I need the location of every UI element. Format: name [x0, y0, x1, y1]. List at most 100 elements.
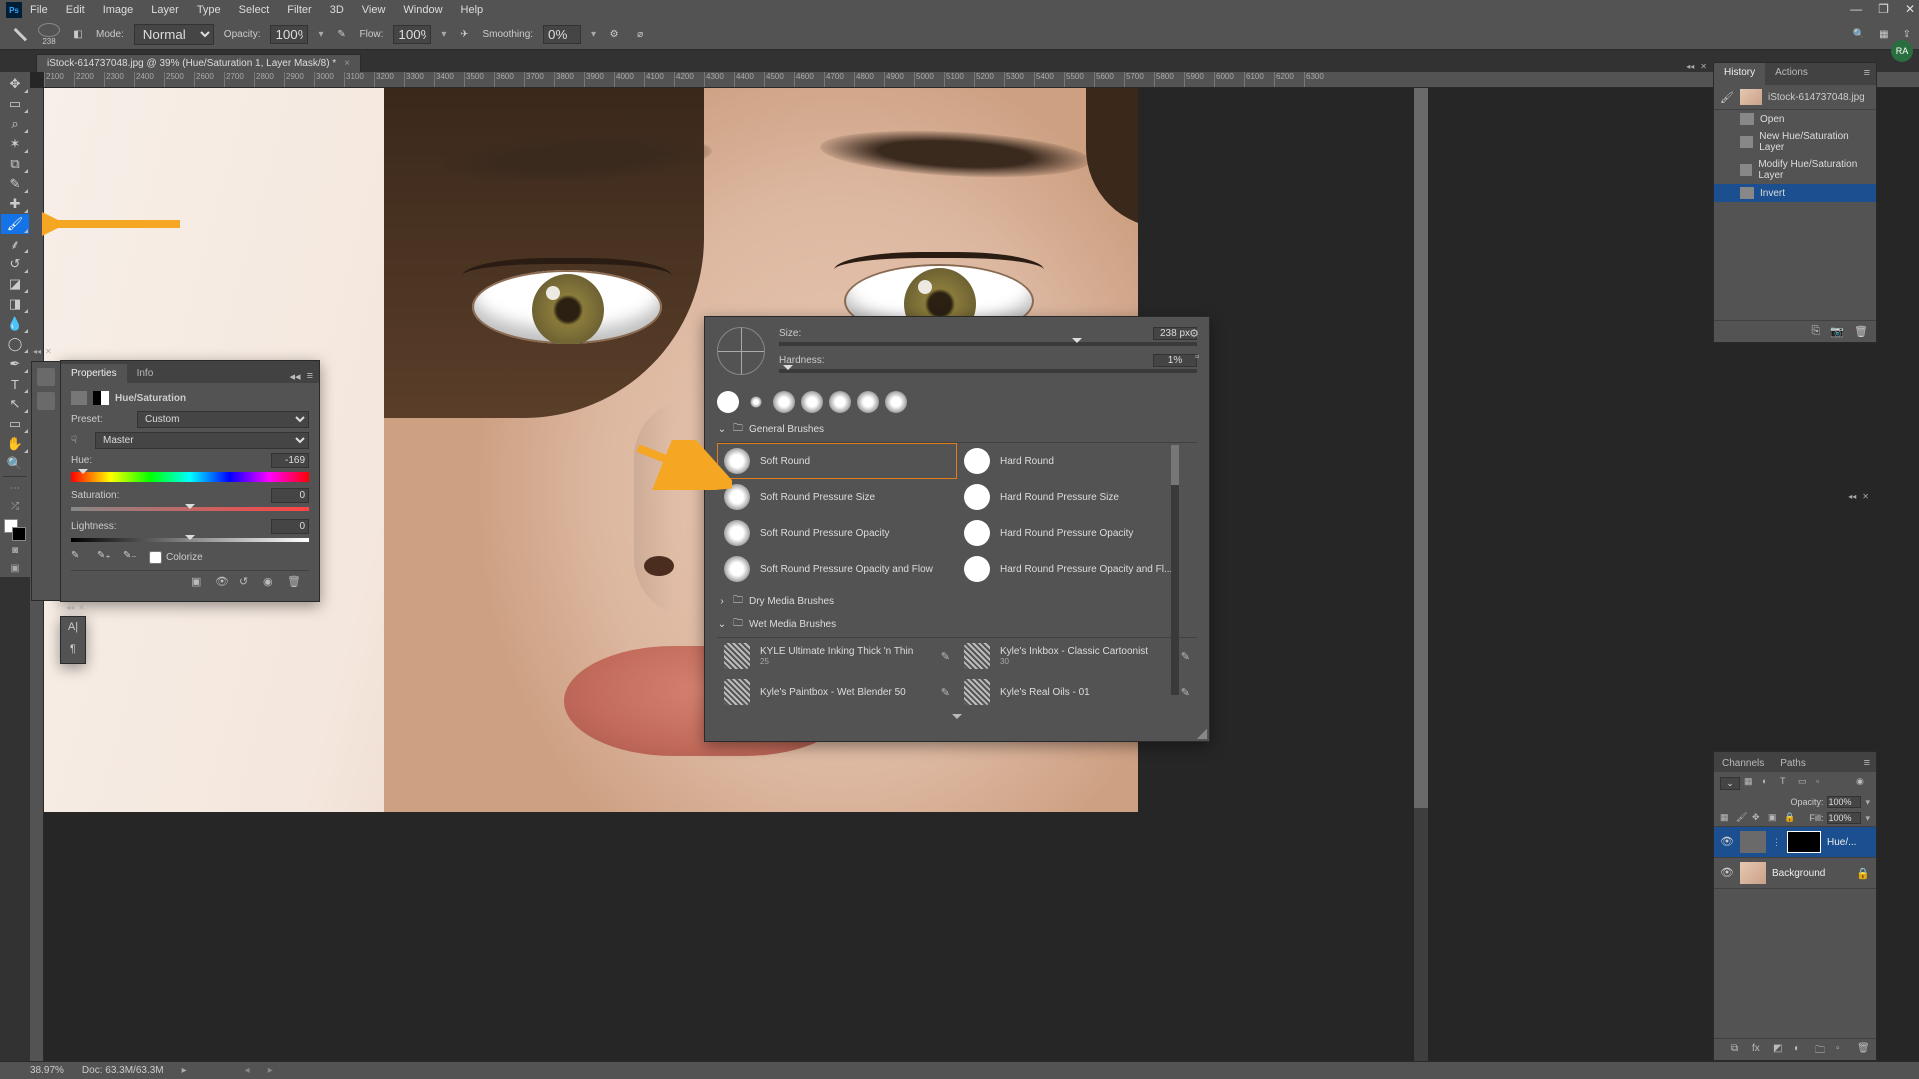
recent-brush[interactable] — [829, 391, 851, 413]
scroll-right-icon[interactable]: ▸ — [268, 1065, 273, 1076]
panel-collapse-icon[interactable]: ◂◂ — [1848, 492, 1856, 501]
opacity-dropdown-icon[interactable]: ▾ — [318, 29, 323, 40]
brush-hardness-value[interactable]: 1% — [1153, 354, 1197, 367]
layer-fill-input[interactable] — [1827, 812, 1861, 824]
lightness-slider[interactable] — [71, 538, 309, 542]
saturation-input[interactable] — [271, 488, 309, 503]
clone-stamp-tool[interactable]: ⸙ — [1, 234, 29, 254]
layer-style-icon[interactable]: fx — [1752, 1043, 1765, 1056]
history-state[interactable]: Modify Hue/Saturation Layer — [1714, 156, 1876, 184]
smoothing-input[interactable] — [543, 25, 581, 44]
pressure-opacity-icon[interactable]: ✎ — [334, 27, 350, 43]
eyedropper-sub-icon[interactable]: ✎₋ — [123, 550, 137, 564]
clip-icon[interactable]: ▣ — [191, 575, 205, 589]
menu-window[interactable]: Window — [403, 4, 442, 16]
brush-preset-item[interactable]: Soft Round Pressure Opacity — [717, 515, 957, 551]
new-brush-icon[interactable]: ▫ — [1195, 351, 1199, 363]
panel-menu-icon[interactable]: ≡ — [307, 370, 313, 383]
lock-artboard-icon[interactable]: ▣ — [1768, 812, 1780, 824]
quick-select-tool[interactable]: ✶ — [1, 134, 29, 154]
snapshot-name[interactable]: iStock-614737048.jpg — [1768, 92, 1865, 103]
folder-toggle-icon[interactable]: › — [717, 596, 727, 607]
panel-collapse-icon[interactable]: ◂◂ — [33, 347, 41, 356]
recent-brush[interactable] — [885, 391, 907, 413]
menu-3d[interactable]: 3D — [330, 4, 344, 16]
info-tab[interactable]: Info — [127, 364, 164, 383]
shape-tool[interactable]: ▭ — [1, 414, 29, 434]
folder-label[interactable]: Wet Media Brushes — [749, 619, 836, 630]
brush-preview[interactable] — [38, 23, 60, 37]
menu-select[interactable]: Select — [239, 4, 270, 16]
menu-help[interactable]: Help — [461, 4, 484, 16]
quickmask-icon[interactable]: ◙ — [1, 541, 29, 559]
brush-preset-item[interactable]: Kyle's Paintbox - Wet Blender 50✎ — [717, 674, 957, 710]
eyedropper-tool[interactable]: ✎ — [1, 174, 29, 194]
workspace-icon[interactable]: ▦ — [1879, 29, 1888, 40]
brush-preset-item[interactable]: Kyle's Real Oils - 01✎ — [957, 674, 1197, 710]
history-state[interactable]: Open — [1714, 110, 1876, 128]
brush-scrollbar[interactable] — [1171, 445, 1179, 695]
zoom-level[interactable]: 38.97% — [30, 1065, 64, 1076]
menu-filter[interactable]: Filter — [287, 4, 311, 16]
lock-pixels-icon[interactable]: 🖌 — [1736, 812, 1748, 824]
blur-tool[interactable]: 💧 — [1, 314, 29, 334]
lock-transparent-icon[interactable]: ▦ — [1720, 812, 1732, 824]
brush-panel-toggle-icon[interactable]: ◧ — [70, 27, 86, 43]
properties-tab[interactable]: Properties — [61, 364, 127, 383]
actions-tab[interactable]: Actions — [1765, 63, 1818, 85]
edit-brush-icon[interactable]: ✎ — [1181, 650, 1190, 663]
dodge-tool[interactable]: ◯ — [1, 334, 29, 354]
dropdown-icon[interactable]: ▾ — [1865, 813, 1870, 824]
hue-slider[interactable] — [71, 472, 309, 482]
visibility-icon[interactable]: 👁 — [1720, 866, 1734, 880]
eraser-tool[interactable]: ◪ — [1, 274, 29, 294]
airbrush-icon[interactable]: ✈ — [456, 27, 472, 43]
delete-layer-icon[interactable]: 🗑 — [1857, 1043, 1870, 1056]
swap-colors-icon[interactable]: ⤮ — [1, 497, 29, 515]
new-document-from-state-icon[interactable]: ⎘ — [1812, 325, 1821, 338]
user-avatar[interactable]: RA — [1891, 40, 1913, 62]
pressure-size-icon[interactable]: ⌀ — [632, 27, 648, 43]
eyedropper-add-icon[interactable]: ✎₊ — [97, 550, 111, 564]
panel-collapse-icon[interactable]: ◂◂ — [290, 370, 301, 383]
flow-dropdown-icon[interactable]: ▾ — [441, 29, 446, 40]
panel-menu-icon[interactable]: ≡ — [1858, 754, 1876, 772]
lock-position-icon[interactable]: ✥ — [1752, 812, 1764, 824]
move-tool[interactable]: ✥ — [1, 74, 29, 94]
view-previous-icon[interactable]: 👁 — [215, 575, 229, 589]
brush-tool-icon[interactable] — [9, 23, 32, 46]
lock-icon[interactable]: 🔒 — [1856, 867, 1870, 880]
new-adjustment-icon[interactable]: ◐ — [1794, 1043, 1807, 1056]
menu-file[interactable]: File — [30, 4, 48, 16]
hand-tool[interactable]: ✋ — [1, 434, 29, 454]
new-snapshot-icon[interactable]: 📷 — [1830, 325, 1844, 338]
blend-mode-select[interactable]: Normal — [134, 24, 214, 45]
panel-resize-icon[interactable] — [1197, 729, 1207, 739]
brush-resize-handle[interactable] — [952, 714, 962, 724]
history-brush-source-icon[interactable]: 🖌 — [1720, 91, 1734, 104]
hue-input[interactable] — [271, 453, 309, 468]
brush-preset-item[interactable]: Hard Round Pressure Opacity and Fl... — [957, 551, 1197, 587]
recent-brush[interactable] — [857, 391, 879, 413]
scroll-left-icon[interactable]: ◂ — [245, 1065, 250, 1076]
smoothing-options-icon[interactable]: ⚙ — [606, 27, 622, 43]
brush-tool[interactable]: 🖌 — [1, 214, 29, 234]
brush-size-slider[interactable] — [779, 342, 1197, 346]
opacity-input[interactable] — [270, 25, 308, 44]
brush-preset-item[interactable]: Hard Round Pressure Opacity — [957, 515, 1197, 551]
menu-view[interactable]: View — [362, 4, 386, 16]
status-dropdown-icon[interactable]: ▸ — [182, 1065, 187, 1076]
share-icon[interactable]: ⇪ — [1903, 29, 1911, 40]
info-tab-icon[interactable] — [37, 392, 55, 410]
new-group-icon[interactable]: 🗀 — [1815, 1043, 1828, 1056]
delete-state-icon[interactable]: 🗑 — [1854, 325, 1868, 338]
paths-tab[interactable]: Paths — [1772, 755, 1814, 772]
healing-tool[interactable]: ✚ — [1, 194, 29, 214]
filter-adjust-icon[interactable]: ◐ — [1762, 776, 1776, 790]
dropdown-icon[interactable]: ▾ — [1865, 797, 1870, 808]
close-icon[interactable]: ✕ — [1905, 2, 1915, 16]
path-select-tool[interactable]: ↖ — [1, 394, 29, 414]
adjustments-tab-icon[interactable] — [37, 368, 55, 386]
filter-toggle-icon[interactable]: ◉ — [1856, 776, 1870, 790]
link-icon[interactable]: ⋮ — [1772, 837, 1781, 848]
